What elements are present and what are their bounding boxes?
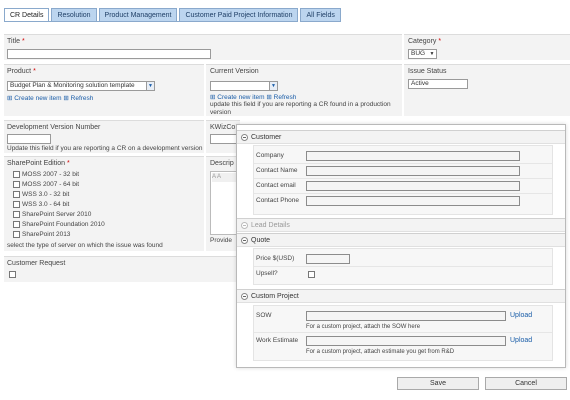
tab-customer-paid-project[interactable]: Customer Paid Project Information <box>179 8 299 22</box>
sp-edition-label: SharePoint Edition <box>7 160 65 167</box>
provide-label: Provide <box>210 237 233 244</box>
price-input[interactable] <box>306 254 350 264</box>
contact-name-input[interactable] <box>306 166 520 176</box>
kwiz-input[interactable] <box>210 134 238 144</box>
contact-phone-label: Contact Phone <box>256 197 300 204</box>
required-marker: * <box>21 38 25 45</box>
customer-request-label: Customer Request <box>7 260 66 267</box>
customer-info-popup: Customer Company Contact Name Contact em… <box>236 124 566 368</box>
current-version-hint-2: version <box>210 109 231 116</box>
chevron-down-icon: ▼ <box>146 82 154 90</box>
sp-edition-section: SharePoint Edition * MOSS 2007 - 32 bit M… <box>4 156 204 251</box>
customer-header[interactable]: Customer <box>237 130 565 144</box>
checkbox-icon[interactable] <box>13 231 20 238</box>
tab-underline <box>4 21 294 22</box>
quote-panel: Price $(USD) Upsell? <box>253 248 553 285</box>
checkbox-icon[interactable] <box>13 191 20 198</box>
category-value: BUG <box>411 50 426 57</box>
sp-edition-option[interactable]: SharePoint Server 2010 <box>13 211 91 218</box>
category-select[interactable]: BUG ▼ <box>408 49 437 59</box>
tab-all-fields[interactable]: All Fields <box>300 8 341 22</box>
sp-edition-option[interactable]: SharePoint Foundation 2010 <box>13 221 105 228</box>
kwiz-section: KWizCo <box>206 120 240 153</box>
work-estimate-upload-link[interactable]: Upload <box>510 337 532 344</box>
contact-phone-input[interactable] <box>306 196 520 206</box>
title-section: Title * <box>4 34 402 60</box>
sp-edition-hint: select the type of server on which the i… <box>7 242 163 249</box>
cancel-button[interactable]: Cancel <box>485 377 567 390</box>
sp-edition-option[interactable]: WSS 3.0 - 64 bit <box>13 201 69 208</box>
current-version-label: Current Version <box>210 68 259 75</box>
sow-label: SOW <box>256 312 272 319</box>
customer-panel: Company Contact Name Contact email Conta… <box>253 145 553 215</box>
custom-project-header[interactable]: Custom Project <box>237 289 565 303</box>
checkbox-icon[interactable] <box>13 201 20 208</box>
dev-version-hint: Update this field if you are reporting a… <box>7 145 203 152</box>
font-format-icon[interactable]: A A <box>212 173 239 182</box>
collapse-icon[interactable] <box>241 222 248 229</box>
issue-status-select[interactable]: Active <box>408 79 468 89</box>
product-section: Product * Budget Plan & Monitoring soluti… <box>4 64 204 116</box>
collapse-icon[interactable] <box>241 237 248 244</box>
upsell-checkbox[interactable] <box>308 271 315 278</box>
contact-name-label: Contact Name <box>256 167 298 174</box>
sow-hint: For a custom project, attach the SOW her… <box>306 324 421 330</box>
checkbox-icon[interactable] <box>13 221 20 228</box>
contact-email-input[interactable] <box>306 181 520 191</box>
current-version-select[interactable]: ▼ <box>210 81 278 91</box>
company-input[interactable] <box>306 151 520 161</box>
chevron-down-icon: ▼ <box>428 50 436 58</box>
price-label: Price $(USD) <box>256 255 295 262</box>
custom-project-panel: SOW Upload For a custom project, attach … <box>253 305 553 361</box>
work-estimate-label: Work Estimate <box>256 337 299 344</box>
dev-version-input[interactable] <box>7 134 51 144</box>
sp-edition-option[interactable]: SharePoint 2013 <box>13 231 70 238</box>
description-label: Descrip <box>210 160 234 167</box>
work-estimate-hint: For a custom project, attach estimate yo… <box>306 349 455 355</box>
checkbox-icon[interactable] <box>13 171 20 178</box>
dev-version-section: Development Version Number Update this f… <box>4 120 204 153</box>
sp-edition-option[interactable]: MOSS 2007 - 32 bit <box>13 171 79 178</box>
product-create-link[interactable]: ⊞ Create new item ⊞ Refresh <box>7 94 93 102</box>
collapse-icon[interactable] <box>241 134 248 141</box>
product-label: Product <box>7 68 32 75</box>
checkbox-icon[interactable] <box>13 181 20 188</box>
customer-request-checkbox[interactable] <box>9 271 16 278</box>
current-version-create-link[interactable]: ⊞ Create new item ⊞ Refresh <box>210 93 296 101</box>
title-label: Title <box>7 38 20 45</box>
contact-email-label: Contact email <box>256 182 296 189</box>
category-section: Category * BUG ▼ <box>404 34 570 60</box>
checkbox-icon[interactable] <box>13 211 20 218</box>
title-input[interactable] <box>7 49 211 59</box>
dev-version-label: Development Version Number <box>7 124 101 131</box>
customer-request-section: Customer Request <box>4 256 240 282</box>
sow-upload-link[interactable]: Upload <box>510 312 532 319</box>
tab-resolution[interactable]: Resolution <box>51 8 97 22</box>
chevron-down-icon: ▼ <box>269 82 277 90</box>
product-select[interactable]: Budget Plan & Monitoring solution templa… <box>7 81 155 91</box>
category-label: Category <box>408 38 437 45</box>
lead-details-header[interactable]: Lead Details <box>237 218 565 232</box>
tab-product-management[interactable]: Product Management <box>98 8 178 22</box>
current-version-section: Current Version ▼ ⊞ Create new item ⊞ Re… <box>206 64 402 116</box>
sp-edition-option[interactable]: WSS 3.0 - 32 bit <box>13 191 69 198</box>
upsell-label: Upsell? <box>256 270 278 277</box>
quote-header[interactable]: Quote <box>237 233 565 247</box>
tab-cr-details[interactable]: CR Details <box>4 8 50 22</box>
description-section: Descrip A A Provide <box>206 156 240 251</box>
issue-status-label: Issue Status <box>408 68 447 75</box>
issue-status-section: Issue Status Active <box>404 64 570 116</box>
issue-status-value: Active <box>411 80 429 87</box>
work-estimate-file-input[interactable] <box>306 336 506 346</box>
sow-file-input[interactable] <box>306 311 506 321</box>
current-version-hint: update this field if you are reporting a… <box>210 101 391 108</box>
collapse-icon[interactable] <box>241 293 248 300</box>
kwiz-label: KWizCo <box>210 124 236 131</box>
save-button[interactable]: Save <box>397 377 479 390</box>
company-label: Company <box>256 152 284 159</box>
product-value: Budget Plan & Monitoring solution templa… <box>10 82 135 89</box>
tab-bar: CR Details Resolution Product Management… <box>4 8 343 22</box>
sp-edition-option[interactable]: MOSS 2007 - 64 bit <box>13 181 79 188</box>
